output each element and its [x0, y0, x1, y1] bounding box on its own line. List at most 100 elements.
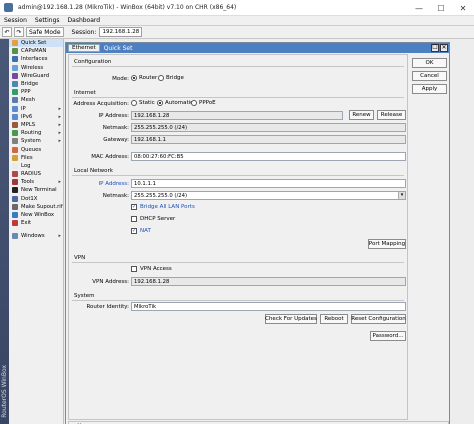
sidebar-item-label: CAPsMAN	[21, 48, 47, 55]
dialog-close-button[interactable]: ✕	[440, 44, 448, 52]
sidebar-item-wireless[interactable]: Wireless	[9, 64, 63, 72]
dhcp-server-checkbox[interactable]: DHCP Server	[131, 216, 175, 222]
reboot-button[interactable]: Reboot	[320, 314, 348, 324]
left-rail: RouterOS WinBox	[0, 39, 9, 424]
sidebar-item-tools[interactable]: Tools ▸	[9, 178, 63, 186]
acquisition-pppoe-radio[interactable]: PPPoE	[191, 100, 216, 106]
redo-button[interactable]: ↷	[14, 27, 24, 37]
sidebar-item-dot1x[interactable]: Dot1X	[9, 195, 63, 203]
radio-unselected-icon	[158, 75, 164, 81]
netmask-field[interactable]: 255.255.255.0 (/24)	[131, 123, 406, 132]
sidebar-item-capsman[interactable]: CAPsMAN	[9, 47, 63, 55]
menu-item-icon	[12, 195, 18, 202]
release-button[interactable]: Release	[377, 110, 406, 120]
section-divider	[72, 262, 404, 263]
local-netmask-dropdown[interactable]: 255.255.255.0 (/24) ▾	[131, 191, 406, 200]
radio-unselected-icon	[131, 100, 137, 106]
radio-selected-icon	[157, 100, 163, 106]
sidebar-item-bridge[interactable]: Bridge	[9, 80, 63, 88]
menu-settings[interactable]: Settings	[31, 17, 64, 24]
gateway-field[interactable]: 192.168.1.1	[131, 135, 406, 144]
toolbar: ↶ ↷ Safe Mode Session: 192.168.1.28	[0, 26, 474, 39]
sidebar-item-label: PPP	[21, 89, 31, 96]
reset-configuration-button[interactable]: Reset Configuration	[351, 314, 406, 324]
menu-dashboard[interactable]: Dashboard	[64, 17, 105, 24]
sidebar-item-queues[interactable]: Queues	[9, 145, 63, 153]
mode-router-radio[interactable]: Router	[131, 75, 157, 81]
close-window-button[interactable]: ✕	[452, 0, 474, 16]
menu-item-icon	[12, 179, 18, 186]
sidebar-item-new-winbox[interactable]: New WinBox	[9, 211, 63, 219]
sidebar-item-exit[interactable]: Exit	[9, 219, 63, 227]
acquisition-static-radio[interactable]: Static	[131, 100, 155, 106]
sidebar-item-mesh[interactable]: Mesh	[9, 96, 63, 104]
sidebar-item-windows[interactable]: Windows ▸	[9, 232, 63, 240]
gateway-label: Gateway:	[103, 137, 129, 143]
dialog-titlebar: Ethernet Quick Set ☐ ✕	[66, 43, 449, 53]
menu-item-icon	[12, 56, 18, 63]
ip-address-field[interactable]: 192.168.1.28	[131, 111, 343, 120]
menu-item-icon	[12, 220, 18, 227]
checkbox-unchecked-icon	[131, 266, 137, 272]
port-mapping-button[interactable]: Port Mapping	[368, 239, 406, 249]
menu-bar: Session Settings Dashboard	[0, 16, 474, 26]
ok-button[interactable]: OK	[412, 58, 447, 68]
nat-checkbox[interactable]: ✓ NAT	[131, 228, 151, 234]
section-divider	[72, 175, 404, 176]
dialog-controls: ☐ ✕	[430, 44, 448, 52]
sidebar-item-log[interactable]: Log	[9, 162, 63, 170]
mac-address-field[interactable]: 08:00:27:60:FC:B5	[131, 152, 406, 161]
ip-address-label: IP Address:	[98, 113, 129, 119]
menu-session[interactable]: Session	[0, 17, 31, 24]
vpn-address-label: VPN Address:	[92, 279, 129, 285]
menu-item-icon	[12, 105, 18, 112]
sidebar-item-ip[interactable]: IP ▸	[9, 105, 63, 113]
local-ip-address-field[interactable]: 10.1.1.1	[131, 179, 406, 188]
router-identity-field[interactable]: MikroTik	[131, 302, 406, 311]
menu-item-icon	[12, 48, 18, 55]
maximize-button[interactable]: ☐	[430, 0, 452, 16]
cancel-button[interactable]: Cancel	[412, 71, 447, 81]
dialog-mode-dropdown[interactable]: Ethernet	[68, 44, 100, 52]
minimize-button[interactable]: —	[408, 0, 430, 16]
sidebar-item-new-terminal[interactable]: New Terminal	[9, 186, 63, 194]
sidebar-item-make-supout-rif[interactable]: Make Supout.rif	[9, 203, 63, 211]
renew-button[interactable]: Renew	[349, 110, 374, 120]
vpn-address-field[interactable]: 192.168.1.28	[131, 277, 406, 286]
sidebar-item-label: IPv6	[21, 113, 33, 120]
sidebar-item-interfaces[interactable]: Interfaces	[9, 55, 63, 63]
dropdown-arrow-icon[interactable]: ▾	[398, 192, 405, 199]
undo-button[interactable]: ↶	[2, 27, 12, 37]
sidebar-item-label: IP	[21, 105, 26, 112]
submenu-arrow-icon: ▸	[58, 130, 61, 137]
sidebar-item-radius[interactable]: RADIUS	[9, 170, 63, 178]
sidebar-item-routing[interactable]: Routing ▸	[9, 129, 63, 137]
sidebar-item-mpls[interactable]: MPLS ▸	[9, 121, 63, 129]
winbox-app-icon	[4, 3, 13, 12]
submenu-arrow-icon: ▸	[58, 138, 61, 145]
sidebar-item-label: Windows	[21, 233, 45, 240]
dialog-restore-button[interactable]: ☐	[431, 44, 439, 52]
mode-label: Mode:	[112, 76, 129, 82]
bridge-all-lan-ports-checkbox[interactable]: ✓ Bridge All LAN Ports	[131, 204, 195, 210]
vpn-access-checkbox[interactable]: VPN Access	[131, 266, 172, 272]
window-controls: — ☐ ✕	[408, 0, 474, 16]
sidebar-item-system[interactable]: System ▸	[9, 137, 63, 145]
section-divider	[72, 66, 404, 67]
menu-item-icon	[12, 203, 18, 210]
sidebar-item-ppp[interactable]: PPP	[9, 88, 63, 96]
local-network-heading: Local Network	[74, 168, 113, 174]
acquisition-automatic-radio[interactable]: Automatic	[157, 100, 193, 106]
mode-bridge-radio[interactable]: Bridge	[158, 75, 184, 81]
password-button[interactable]: Password...	[370, 331, 406, 341]
check-for-updates-button[interactable]: Check For Updates	[265, 314, 317, 324]
sidebar-item-quick-set[interactable]: Quick Set	[9, 39, 63, 48]
apply-button[interactable]: Apply	[412, 84, 447, 94]
sidebar-item-wireguard[interactable]: WireGuard	[9, 72, 63, 80]
safe-mode-button[interactable]: Safe Mode	[26, 27, 64, 37]
sidebar-item-label: Make Supout.rif	[21, 203, 63, 210]
session-value: 192.168.1.28	[99, 27, 143, 37]
sidebar-item-ipv6[interactable]: IPv6 ▸	[9, 113, 63, 121]
quick-set-form: Configuration Mode: Router Bridge Intern…	[68, 54, 408, 420]
sidebar-item-files[interactable]: Files	[9, 154, 63, 162]
